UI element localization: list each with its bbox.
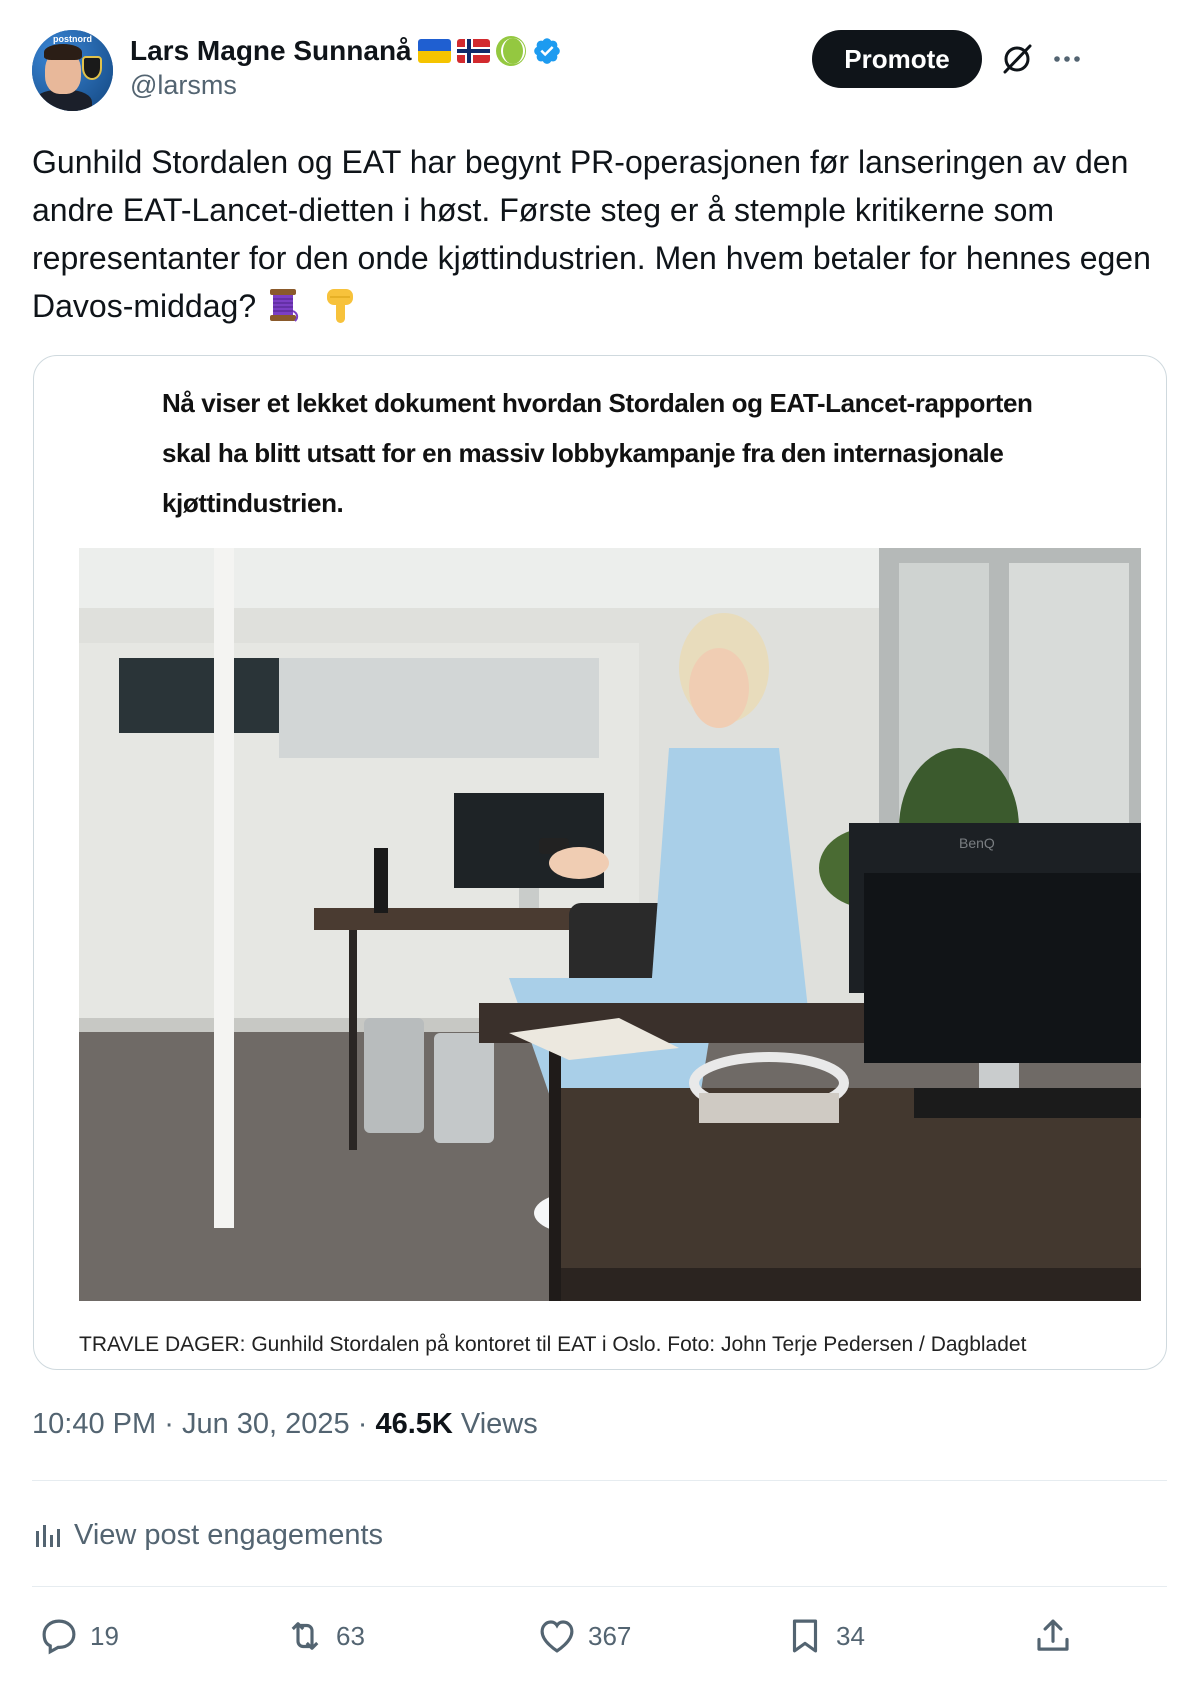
tweet-date[interactable]: Jun 30, 2025 [182, 1408, 350, 1440]
tweet-header: postnord Lars Magne Sunnanå @larsms Prom… [32, 30, 1167, 114]
repost-count: 63 [336, 1620, 365, 1651]
divider [32, 1480, 1167, 1481]
verified-icon[interactable] [532, 36, 562, 66]
tweet-time[interactable]: 10:40 PM [32, 1408, 156, 1440]
thread-icon [270, 289, 299, 322]
meta-separator: · [164, 1408, 174, 1440]
media-card[interactable]: Nå viser et lekket dokument hvordan Stor… [33, 355, 1167, 1370]
quoted-article-text: Nå viser et lekket dokument hvordan Stor… [162, 388, 1033, 518]
bookmark-icon [792, 1619, 818, 1653]
author-name-row: Lars Magne Sunnanå [130, 34, 562, 68]
divider [32, 1586, 1167, 1587]
views-count: 46.5K [375, 1408, 453, 1440]
views-label: Views [460, 1408, 538, 1440]
reply-count: 19 [90, 1620, 119, 1651]
monitor-brand-text: BenQ [959, 835, 995, 851]
tweet-meta: 10:40 PM · Jun 30, 2025 · 46.5K Views [32, 1408, 538, 1441]
meta-separator: · [357, 1408, 368, 1440]
bookmark-button[interactable]: 34 [784, 1608, 865, 1664]
share-button[interactable] [1032, 1608, 1074, 1664]
avatar[interactable]: postnord [32, 30, 113, 111]
view-engagements-link[interactable]: View post engagements [32, 1512, 383, 1558]
tweet-body: Gunhild Stordalen og EAT har begynt PR-o… [32, 144, 1151, 324]
repost-icon [291, 1622, 319, 1650]
photo-caption: TRAVLE DAGER: Gunhild Stordalen på konto… [79, 1333, 1027, 1356]
flag-ukraine-icon [417, 39, 451, 63]
reply-button[interactable]: 19 [38, 1608, 119, 1664]
grok-icon[interactable] [1000, 42, 1034, 76]
share-icon [1037, 1619, 1069, 1651]
like-button[interactable]: 367 [536, 1608, 631, 1664]
reply-icon [42, 1619, 76, 1655]
like-count: 367 [588, 1620, 632, 1651]
flag-norway-icon [456, 39, 490, 63]
view-engagements-label: View post engagements [74, 1518, 384, 1551]
heart-icon [540, 1620, 574, 1653]
bookmark-count: 34 [836, 1620, 865, 1651]
tweet-text: Gunhild Stordalen og EAT har begynt PR-o… [32, 138, 1152, 330]
repost-button[interactable]: 63 [284, 1608, 365, 1664]
action-bar: 19 63 367 34 [32, 1608, 1167, 1664]
more-icon[interactable] [1050, 42, 1084, 76]
pointing-down-icon [326, 289, 353, 323]
article-photo[interactable]: BenQ [79, 548, 1141, 1301]
analytics-icon [36, 1525, 60, 1547]
author-handle[interactable]: @larsms [130, 70, 237, 101]
tennis-ball-icon [495, 36, 526, 66]
promote-button[interactable]: Promote [812, 30, 982, 88]
author-display-name[interactable]: Lars Magne Sunnanå [130, 35, 412, 67]
